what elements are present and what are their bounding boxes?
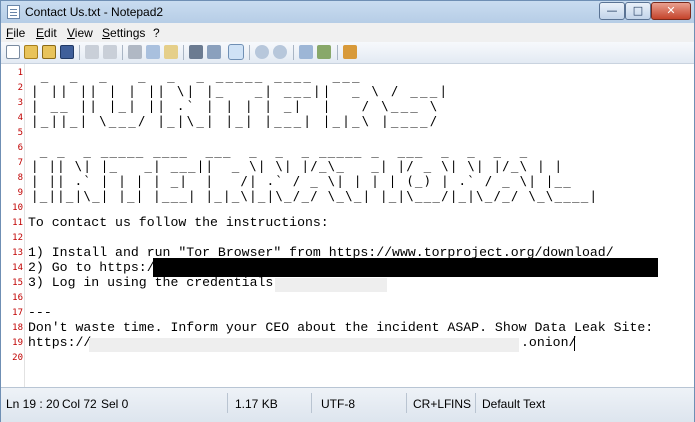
window-title: Contact Us.txt - Notepad2 xyxy=(25,5,164,19)
redacted-onion-address xyxy=(89,338,519,352)
menu-help[interactable]: ? xyxy=(153,26,160,40)
status-column: Col 72 xyxy=(62,397,97,411)
line-number: 6 xyxy=(17,143,23,153)
menu-file[interactable]: File xyxy=(6,26,25,40)
replace-icon[interactable] xyxy=(207,45,221,59)
status-selection: Sel 0 xyxy=(101,397,129,411)
ascii-banner-line: | __ || |_| || .` | | | | _| | / \___ \ xyxy=(31,98,440,113)
status-scheme[interactable]: Default Text xyxy=(482,397,545,411)
line-number: 14 xyxy=(12,263,23,273)
redacted-credentials xyxy=(275,278,387,292)
word-wrap-icon[interactable] xyxy=(228,44,244,60)
instructions-heading: To contact us follow the instructions: xyxy=(28,215,329,230)
menu-bar: File Edit View Settings ? xyxy=(1,23,694,42)
line-number: 7 xyxy=(17,158,23,168)
paste-icon[interactable] xyxy=(164,45,178,59)
exit-icon[interactable] xyxy=(343,45,357,59)
ascii-banner-line: | || .` | | | | _| | /| .` / _ \| | | | … xyxy=(31,173,572,188)
line-number: 12 xyxy=(12,233,23,243)
redo-icon[interactable] xyxy=(103,45,117,59)
ascii-banner-line: | || \| |_ _| ___|| _ \| \| |/_\_ _| |/ … xyxy=(31,158,564,173)
status-file-size: 1.17 KB xyxy=(235,397,278,411)
line-number: 19 xyxy=(12,338,23,348)
text-editor[interactable]: 1 2 3 4 5 6 7 8 9 10 11 12 13 14 15 16 1… xyxy=(1,64,694,387)
cut-icon[interactable] xyxy=(128,45,142,59)
line-number: 5 xyxy=(17,128,23,138)
line-number: 20 xyxy=(12,353,23,363)
line-number: 1 xyxy=(17,68,23,78)
menu-view[interactable]: View xyxy=(67,26,93,40)
leak-site-url-suffix: .onion/ xyxy=(521,335,577,350)
line-number: 16 xyxy=(12,293,23,303)
open-folder-icon[interactable] xyxy=(24,45,38,59)
find-icon[interactable] xyxy=(189,45,203,59)
line-number: 3 xyxy=(17,98,23,108)
ascii-banner-line: | || || | | || \| |_ _| ___|| _ \ / ___| xyxy=(31,83,450,98)
ascii-banner-line: |_||_| \___/ |_|\_| |_| |___| |_|_\ |___… xyxy=(31,113,440,128)
undo-icon[interactable] xyxy=(85,45,99,59)
line-number: 8 xyxy=(17,173,23,183)
status-bar: Ln 19 : 20 Col 72 Sel 0 1.17 KB UTF-8 CR… xyxy=(1,387,694,422)
new-file-icon[interactable] xyxy=(6,45,20,59)
ascii-banner-line: |_||_|\_| |_| |___| |_|_\|_|\_/_/ \_\_| … xyxy=(31,188,599,203)
line-number: 9 xyxy=(17,188,23,198)
close-button[interactable]: ✕ xyxy=(651,2,691,20)
copy-icon[interactable] xyxy=(146,45,160,59)
leak-site-url-prefix: https:// xyxy=(28,335,92,350)
status-encoding[interactable]: UTF-8 xyxy=(321,397,355,411)
status-line-ending[interactable]: CR+LF xyxy=(413,397,451,411)
toolbar xyxy=(1,42,694,64)
ascii-banner-line: _ _ _ _____ ____ ___ _ _ _ _____ _ ___ _… xyxy=(31,143,529,158)
save-icon[interactable] xyxy=(60,45,74,59)
menu-settings[interactable]: Settings xyxy=(102,26,145,40)
line-number: 17 xyxy=(12,308,23,318)
status-insert-mode[interactable]: INS xyxy=(451,397,471,411)
line-number: 15 xyxy=(12,278,23,288)
notepad2-window: Contact Us.txt - Notepad2 — □ ✕ File Edi… xyxy=(0,0,695,422)
line-number: 13 xyxy=(12,248,23,258)
line-number: 10 xyxy=(12,203,23,213)
separator-line: --- xyxy=(28,305,52,320)
notepad-app-icon xyxy=(7,5,20,19)
text-caret xyxy=(574,336,575,351)
scheme-icon[interactable] xyxy=(299,45,313,59)
menu-edit[interactable]: Edit xyxy=(36,26,57,40)
line-number: 2 xyxy=(17,83,23,93)
line-number: 18 xyxy=(12,323,23,333)
ascii-banner-line: _ _ _ _ _ _ _____ ____ ___ xyxy=(31,68,382,83)
maximize-button[interactable]: □ xyxy=(625,2,651,20)
settings-icon[interactable] xyxy=(317,45,331,59)
zoom-out-icon[interactable] xyxy=(273,45,287,59)
minimize-button[interactable]: — xyxy=(599,2,625,20)
browse-icon[interactable] xyxy=(42,45,56,59)
status-line: Ln 19 : 20 xyxy=(6,397,60,411)
instruction-step-3: 3) Log in using the credentials: xyxy=(28,275,282,290)
line-number: 11 xyxy=(12,218,23,228)
title-bar[interactable]: Contact Us.txt - Notepad2 — □ ✕ xyxy=(1,1,694,23)
warning-text: Don't waste time. Inform your CEO about … xyxy=(28,320,654,335)
line-number: 4 xyxy=(17,113,23,123)
line-number-gutter: 1 2 3 4 5 6 7 8 9 10 11 12 13 14 15 16 1… xyxy=(1,64,25,387)
zoom-in-icon[interactable] xyxy=(255,45,269,59)
instruction-step-2: 2) Go to https:// xyxy=(28,260,163,275)
